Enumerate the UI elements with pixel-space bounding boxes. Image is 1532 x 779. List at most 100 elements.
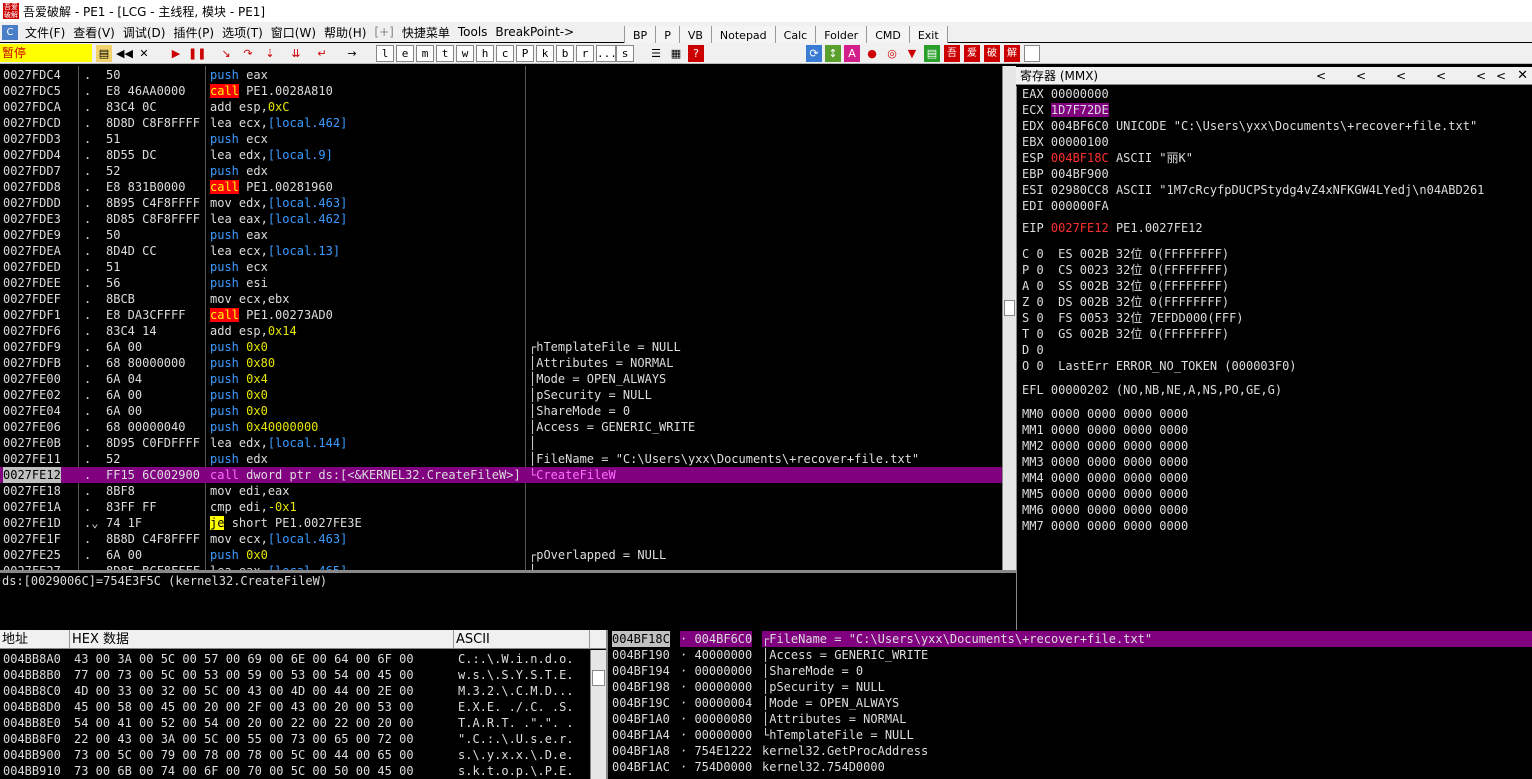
mmx-row[interactable]: MM3 0000 0000 0000 0000 [1022, 454, 1532, 470]
record-icon[interactable]: ● [864, 45, 880, 62]
dump-row[interactable]: 004BB8B0 77 00 73 00 5C 00 53 00 59 00 53… [0, 667, 606, 683]
run-trace-button[interactable]: ... [596, 45, 617, 62]
disasm-row[interactable]: 0027FDDD. 8B95 C4F8FFFF mov edx,[local.463… [0, 195, 1016, 211]
dump-col-hex[interactable]: HEX 数据 [70, 630, 454, 649]
register-ebx[interactable]: EBX 00000100 [1022, 134, 1532, 150]
register-value[interactable]: 00000000 [1051, 87, 1109, 101]
reg-prev-icon[interactable]: < [1316, 67, 1326, 85]
register-eax[interactable]: EAX 00000000 [1022, 86, 1532, 102]
flag-row[interactable]: C 0 ES 002B 32位 0(FFFFFFFF) [1022, 246, 1532, 262]
dump-pane[interactable]: 004BB8A0 43 00 3A 00 5C 00 57 00 69 00 6E… [0, 650, 606, 779]
refresh-icon[interactable]: ⟳ [806, 45, 822, 62]
stack-row[interactable]: 004BF1A8 · 754E1222 kernel32.GetProcAddres… [608, 743, 1532, 759]
cpu-button[interactable]: c [496, 45, 514, 62]
flag-row[interactable]: A 0 SS 002B 32位 0(FFFFFFFF) [1022, 278, 1532, 294]
disasm-row[interactable]: 0027FE06. 68 00000040 push 0x40000000 │Acce… [0, 419, 1016, 435]
step-into-icon[interactable]: ↘ [218, 45, 234, 62]
menu-plus[interactable]: [+] [370, 25, 397, 39]
menu-debug[interactable]: 调试(D) [119, 24, 170, 41]
breakpoints-button[interactable]: b [556, 45, 574, 62]
disasm-row[interactable]: 0027FDD8. E8 831B0000 call PE1.00281960 [0, 179, 1016, 195]
dump-row[interactable]: 004BB8D0 45 00 58 00 45 00 20 00 2F 00 43… [0, 699, 606, 715]
step-over-icon[interactable]: ↷ [240, 45, 256, 62]
open-icon[interactable]: ▤ [96, 45, 112, 62]
register-value[interactable]: 004BF900 [1051, 167, 1109, 181]
a-plugin-icon[interactable]: A [844, 45, 860, 62]
dump-row[interactable]: 004BB8F0 22 00 43 00 3A 00 5C 00 55 00 73… [0, 731, 606, 747]
stack-pane[interactable]: 004BF18C · 004BF6C0 ┌FileName = "C:\Users\… [606, 630, 1532, 779]
disasm-row[interactable]: 0027FDCA. 83C4 0C add esp,0xC [0, 99, 1016, 115]
menu-tools[interactable]: Tools [454, 25, 492, 39]
mmx-row[interactable]: MM5 0000 0000 0000 0000 [1022, 486, 1532, 502]
register-edx[interactable]: EDX 004BF6C0 UNICODE "C:\Users\yxx\Docum… [1022, 118, 1532, 134]
run-icon[interactable]: ▶ [168, 45, 184, 62]
stack-row[interactable]: 004BF1A0 · 00000080 │Attributes = NORMAL [608, 711, 1532, 727]
reg-prev-icon[interactable]: < [1356, 67, 1366, 85]
flag-row[interactable]: S 0 FS 0053 32位 7EFDD000(FFF) [1022, 310, 1532, 326]
disasm-row[interactable]: 0027FE1A. 83FF FF cmp edi,-0x1 [0, 499, 1016, 515]
disasm-row[interactable]: 0027FDFB. 68 80000000 push 0x80 │Attributes… [0, 355, 1016, 371]
mmx-row[interactable]: MM7 0000 0000 0000 0000 [1022, 518, 1532, 534]
reg-prev-icon[interactable]: < [1496, 67, 1506, 85]
menu-file[interactable]: 文件(F) [21, 24, 69, 41]
menu-options[interactable]: 选项(T) [218, 24, 267, 41]
po-icon[interactable]: 破 [984, 45, 1000, 62]
disasm-row[interactable]: 0027FE02. 6A 00 push 0x0 │pSecurity = NULL [0, 387, 1016, 403]
disassembly-scrollbar[interactable] [1002, 66, 1016, 572]
mmx-row[interactable]: MM6 0000 0000 0000 0000 [1022, 502, 1532, 518]
patches-button[interactable]: P [516, 45, 534, 62]
menu-window[interactable]: 窗口(W) [267, 24, 320, 41]
disasm-row[interactable]: 0027FDD7. 52 push edx [0, 163, 1016, 179]
register-value[interactable]: 02980CC8 [1051, 183, 1109, 197]
dump-row[interactable]: 004BB8A0 43 00 3A 00 5C 00 57 00 69 00 6E… [0, 651, 606, 667]
threads-button[interactable]: t [436, 45, 454, 62]
flag-row[interactable]: Z 0 DS 002B 32位 0(FFFFFFFF) [1022, 294, 1532, 310]
disasm-row[interactable]: 0027FE0B. 8D95 C0FDFFFF lea edx,[local.144… [0, 435, 1016, 451]
register-value[interactable]: 1D7F72DE [1050, 103, 1109, 117]
mmx-row[interactable]: MM1 0000 0000 0000 0000 [1022, 422, 1532, 438]
flag-row[interactable]: T 0 GS 002B 32位 0(FFFFFFFF) [1022, 326, 1532, 342]
help-icon[interactable]: ? [688, 45, 704, 62]
mmx-row[interactable]: MM0 0000 0000 0000 0000 [1022, 406, 1532, 422]
reg-prev-icon[interactable]: < [1436, 67, 1446, 85]
disasm-row[interactable]: 0027FDF6. 83C4 14 add esp,0x14 [0, 323, 1016, 339]
modules-button[interactable]: e [396, 45, 414, 62]
menu-help[interactable]: 帮助(H) [320, 24, 370, 41]
disasm-row[interactable]: 0027FE18. 8BF8 mov edi,eax [0, 483, 1016, 499]
register-value[interactable]: 004BF6C0 [1051, 119, 1109, 133]
memory-button[interactable]: m [416, 45, 434, 62]
disasm-row[interactable]: 0027FDC4. 50 push eax [0, 67, 1016, 83]
flag-row[interactable]: P 0 CS 0023 32位 0(FFFFFFFF) [1022, 262, 1532, 278]
disasm-row[interactable]: 0027FDEA. 8D4D CC lea ecx,[local.13] [0, 243, 1016, 259]
flag-row[interactable]: O 0 LastErr ERROR_NO_TOKEN (000003F0) [1022, 358, 1532, 374]
log-window-button[interactable]: l [376, 45, 394, 62]
source-button[interactable]: s [616, 45, 634, 62]
close-icon[interactable]: ✕ [136, 45, 152, 62]
stack-row[interactable]: 004BF194 · 00000000 │ShareMode = 0 [608, 663, 1532, 679]
dump-row[interactable]: 004BB900 73 00 5C 00 79 00 78 00 78 00 5C… [0, 747, 606, 763]
trace-into-icon[interactable]: ⇣ [262, 45, 278, 62]
disasm-row[interactable]: 0027FDEE. 56 push esi [0, 275, 1016, 291]
ai-icon[interactable]: 爱 [964, 45, 980, 62]
dump-col-addr[interactable]: 地址 [0, 630, 70, 649]
register-esp[interactable]: ESP 004BF18C ASCII "丽K" [1022, 150, 1532, 166]
target-icon[interactable]: ◎ [884, 45, 900, 62]
pause-icon[interactable]: ❚❚ [188, 45, 206, 62]
disasm-row[interactable]: 0027FDC5. E8 46AA0000 call PE1.0028A810 [0, 83, 1016, 99]
register-esi[interactable]: ESI 02980CC8 ASCII "1M7cRcyfpDUCPStydg4v… [1022, 182, 1532, 198]
disasm-row[interactable]: 0027FE11. 52 push edx │FileName = "C:\Users… [0, 451, 1016, 467]
dump-col-ascii[interactable]: ASCII [454, 630, 590, 649]
stack-row[interactable]: 004BF190 · 40000000 │Access = GENERIC_WRIT… [608, 647, 1532, 663]
stack-row[interactable]: 004BF1A4 · 00000000 └hTemplateFile = NULL [608, 727, 1532, 743]
call-stack-button[interactable]: k [536, 45, 554, 62]
jie-icon[interactable]: 解 [1004, 45, 1020, 62]
table-icon[interactable]: ▤ [924, 45, 940, 62]
reg-prev-icon[interactable]: < [1396, 67, 1406, 85]
stack-row[interactable]: 004BF19C · 00000004 │Mode = OPEN_ALWAYS [608, 695, 1532, 711]
register-eip[interactable]: EIP 0027FE12 PE1.0027FE12 [1022, 220, 1532, 236]
mmx-row[interactable]: MM2 0000 0000 0000 0000 [1022, 438, 1532, 454]
stack-row[interactable]: 004BF198 · 00000000 │pSecurity = NULL [608, 679, 1532, 695]
disasm-row[interactable]: 0027FE25. 6A 00 push 0x0 ┌pOverlapped = NUL… [0, 547, 1016, 563]
rewind-icon[interactable]: ◀◀ [116, 45, 133, 62]
dump-row[interactable]: 004BB8E0 54 00 41 00 52 00 54 00 20 00 22… [0, 715, 606, 731]
